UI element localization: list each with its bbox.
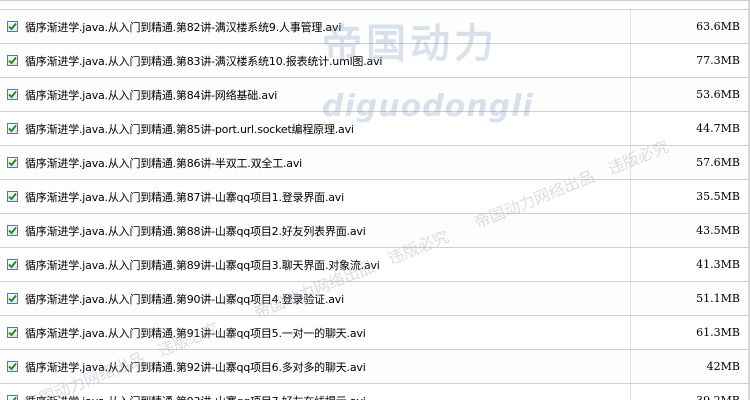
checkbox-cell [1, 361, 23, 372]
checkbox-cell [1, 395, 23, 400]
file-rows: 循序渐进学.java.从入门到精通.第82讲-满汉楼系统9.人事管理.avi 63… [0, 10, 750, 400]
file-row[interactable]: 循序渐进学.java.从入门到精通.第85讲-port.url.socket编程… [0, 112, 750, 146]
checkbox-cell [1, 225, 23, 236]
file-size: 35.5MB [630, 180, 750, 213]
file-size: 43.5MB [630, 214, 750, 247]
file-size: 61.3MB [630, 316, 750, 349]
file-row[interactable]: 循序渐进学.java.从入门到精通.第91讲-山寨qq项目5.一对一的聊天.av… [0, 316, 750, 350]
file-name: 循序渐进学.java.从入门到精通.第87讲-山寨qq项目1.登录界面.avi [25, 190, 344, 204]
checkbox-checked-icon[interactable] [6, 259, 18, 270]
file-size: 77.3MB [630, 44, 750, 77]
checkbox-checked-icon[interactable] [6, 293, 18, 304]
checkbox-checked-icon[interactable] [6, 55, 18, 66]
file-size: 53.6MB [630, 78, 750, 111]
checkbox-checked-icon[interactable] [6, 89, 18, 100]
file-row[interactable]: 循序渐进学.java.从入门到精通.第92讲-山寨qq项目6.多对多的聊天.av… [0, 350, 750, 384]
checkbox-checked-icon[interactable] [6, 123, 18, 134]
file-row[interactable]: 循序渐进学.java.从入门到精通.第87讲-山寨qq项目1.登录界面.avi 3… [0, 180, 750, 214]
file-name: 循序渐进学.java.从入门到精通.第82讲-满汉楼系统9.人事管理.avi [25, 20, 342, 34]
checkbox-checked-icon[interactable] [6, 225, 18, 236]
checkbox-cell [1, 327, 23, 338]
file-name: 循序渐进学.java.从入门到精通.第84讲-网络基础.avi [25, 88, 278, 102]
file-name: 循序渐进学.java.从入门到精通.第85讲-port.url.socket编程… [25, 122, 354, 136]
checkbox-cell [1, 191, 23, 202]
file-name: 循序渐进学.java.从入门到精通.第93讲-山寨qq项目7.好友在线提示.av… [23, 393, 630, 400]
checkbox-cell [1, 157, 23, 168]
file-row[interactable]: 循序渐进学.java.从入门到精通.第86讲-半双工.双全工.avi 57.6MB [0, 146, 750, 180]
checkbox-checked-icon[interactable] [6, 21, 18, 32]
file-row[interactable]: 循序渐进学.java.从入门到精通.第89讲-山寨qq项目3.聊天界面.对象流.… [0, 248, 750, 282]
file-row[interactable]: 循序渐进学.java.从入门到精通.第84讲-网络基础.avi 53.6MB [0, 78, 750, 112]
file-name: 循序渐进学.java.从入门到精通.第83讲-满汉楼系统10.报表统计.uml图… [25, 54, 383, 68]
file-size: 44.7MB [630, 112, 750, 145]
file-size: 51.1MB [630, 282, 750, 315]
checkbox-checked-icon[interactable] [6, 327, 18, 338]
checkbox-checked-icon[interactable] [6, 361, 18, 372]
file-size: 57.6MB [630, 146, 750, 179]
file-name: 循序渐进学.java.从入门到精通.第90讲-山寨qq项目4.登录验证.avi [25, 292, 344, 306]
file-name: 循序渐进学.java.从入门到精通.第86讲-半双工.双全工.avi [25, 156, 303, 170]
file-name: 循序渐进学.java.从入门到精通.第89讲-山寨qq项目3.聊天界面.对象流.… [25, 258, 380, 272]
file-name: 循序渐进学.java.从入门到精通.第92讲-山寨qq项目6.多对多的聊天.av… [25, 360, 366, 374]
file-name: 循序渐进学.java.从入门到精通.第91讲-山寨qq项目5.一对一的聊天.av… [25, 326, 366, 340]
file-size: 39.2MB [630, 384, 750, 400]
checkbox-cell [1, 123, 23, 134]
file-size: 63.6MB [630, 10, 750, 43]
file-list-table: 循序渐进学.java.从入门到精通.第82讲-满汉楼系统9.人事管理.avi 63… [0, 0, 750, 400]
checkbox-cell [1, 21, 23, 32]
checkbox-cell [1, 55, 23, 66]
file-row[interactable]: 循序渐进学.java.从入门到精通.第88讲-山寨qq项目2.好友列表界面.av… [0, 214, 750, 248]
checkbox-checked-icon[interactable] [6, 191, 18, 202]
file-size: 42MB [630, 350, 750, 383]
file-name: 循序渐进学.java.从入门到精通.第88讲-山寨qq项目2.好友列表界面.av… [25, 224, 366, 238]
checkbox-cell [1, 259, 23, 270]
checkbox-cell [1, 293, 23, 304]
file-row[interactable]: 循序渐进学.java.从入门到精通.第82讲-满汉楼系统9.人事管理.avi 63… [0, 10, 750, 44]
checkbox-cell [1, 89, 23, 100]
checkbox-checked-icon[interactable] [6, 157, 18, 168]
file-row[interactable]: 循序渐进学.java.从入门到精通.第83讲-满汉楼系统10.报表统计.uml图… [0, 44, 750, 78]
previous-row-edge [0, 1, 750, 10]
file-row[interactable]: 循序渐进学.java.从入门到精通.第93讲-山寨qq项目7.好友在线提示.av… [0, 384, 750, 400]
file-size: 41.3MB [630, 248, 750, 281]
checkbox-checked-icon[interactable] [6, 395, 18, 400]
file-row[interactable]: 循序渐进学.java.从入门到精通.第90讲-山寨qq项目4.登录验证.avi 5… [0, 282, 750, 316]
